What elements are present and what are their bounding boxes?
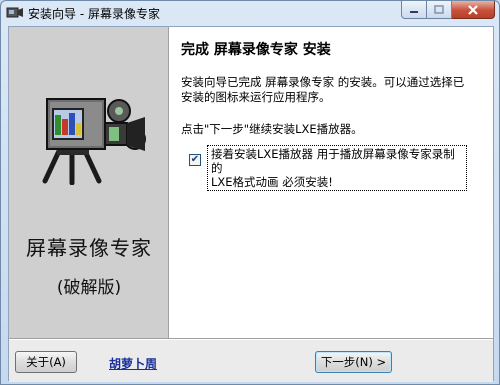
- camera-icon: [6, 7, 23, 18]
- caption-buttons: [401, 1, 495, 19]
- install-player-option[interactable]: ✔ 接着安装LXE播放器 用于播放屏幕录像专家录制的 LXE格式动画 必须安装!: [189, 145, 467, 191]
- next-instruction: 点击"下一步"继续安装LXE播放器。: [181, 122, 363, 136]
- close-icon: [468, 4, 478, 15]
- product-edition: (破解版): [56, 278, 122, 298]
- close-button[interactable]: [452, 1, 495, 19]
- install-player-label-line1: 接着安装LXE播放器 用于播放屏幕录像专家录制的: [211, 147, 455, 175]
- title-bar[interactable]: 安装向导 - 屏幕录像专家: [1, 1, 499, 25]
- about-button[interactable]: 关于(A): [15, 351, 77, 373]
- install-player-label-line2: LXE格式动画 必须安装!: [211, 175, 333, 189]
- completion-message-line1: 安装向导已完成 屏幕录像专家 的安装。可以通过选择已: [181, 75, 465, 89]
- completion-message-line2: 安装的图标来运行应用程序。: [181, 90, 331, 104]
- video-camera-icon: [42, 98, 146, 185]
- window-title: 安装向导 - 屏幕录像专家: [28, 7, 160, 21]
- author-link[interactable]: 胡萝卜周: [109, 355, 157, 372]
- minimize-button[interactable]: [401, 1, 427, 19]
- checkmark-icon: ✔: [190, 154, 200, 165]
- next-button[interactable]: 下一步(N) >: [315, 351, 392, 373]
- wizard-footer: 关于(A) 胡萝卜周 下一步(N) >: [9, 340, 493, 382]
- wizard-content: 完成 屏幕录像专家 安装 安装向导已完成 屏幕录像专家 的安装。可以通过选择已 …: [181, 27, 493, 338]
- wizard-client-area: 屏幕录像专家 (破解版) 完成 屏幕录像专家 安装 安装向导已完成 屏幕录像专家…: [8, 26, 494, 382]
- install-player-checkbox[interactable]: ✔: [189, 154, 201, 166]
- completion-message: 安装向导已完成 屏幕录像专家 的安装。可以通过选择已 安装的图标来运行应用程序。: [181, 75, 481, 105]
- install-player-label[interactable]: 接着安装LXE播放器 用于播放屏幕录像专家录制的 LXE格式动画 必须安装!: [207, 145, 467, 191]
- page-title: 完成 屏幕录像专家 安装: [181, 42, 331, 58]
- maximize-button[interactable]: [427, 1, 452, 19]
- installer-window: 安装向导 - 屏幕录像专家 屏幕录像专家 (破解版) 完成 屏幕录像专家 安装 …: [0, 0, 500, 385]
- maximize-icon: [434, 5, 444, 14]
- wizard-sidebar: 屏幕录像专家 (破解版): [9, 27, 169, 338]
- product-title: 屏幕录像专家: [26, 236, 152, 260]
- minimize-icon: [410, 10, 418, 13]
